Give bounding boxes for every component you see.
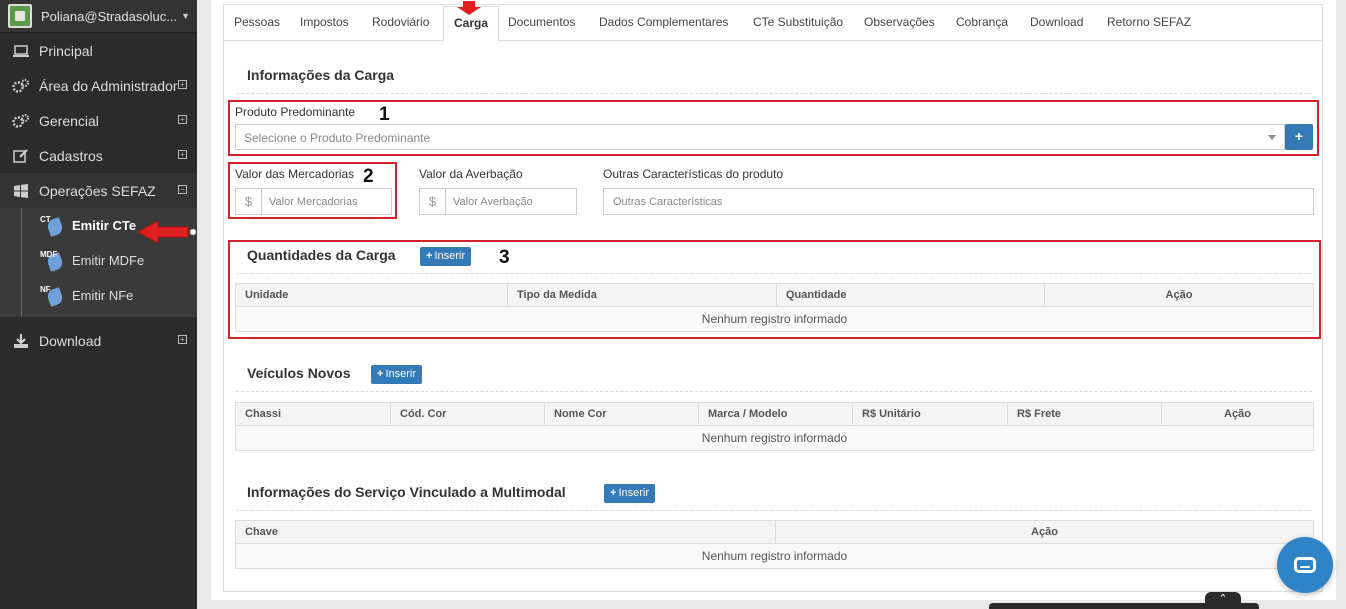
chat-icon [1294,557,1316,573]
sub-item-label: Emitir CTe [72,218,137,233]
column-header: Ação [775,520,1314,544]
divider [236,93,1312,94]
plus-icon: + [610,487,617,499]
tab-pessoas[interactable]: Pessoas [234,15,280,29]
valor-averbacao-field[interactable]: $ Valor Averbação [419,188,577,215]
tab-bar: Pessoas Impostos Rodoviário Carga Docume… [224,1,1322,42]
section-title-veiculos: Veículos Novos [247,365,351,381]
tab-download[interactable]: Download [1030,15,1083,29]
edit-icon [11,148,31,164]
empty-message: Nenhum registro informado [235,425,1314,451]
column-header[interactable]: R$ Frete [1007,402,1162,426]
tab-observacoes[interactable]: Observações [864,15,935,29]
chevron-down-icon: ▼ [181,11,190,21]
nav-item-label: Operações SEFAZ [39,182,156,199]
sidebar: Poliana@Stradasoluc... ▼ Principal Área … [0,0,197,609]
annotation-number-2: 2 [363,166,374,187]
chevron-up-icon[interactable]: ⌃ [1205,592,1241,609]
tab-documentos[interactable]: Documentos [508,15,575,29]
sub-item-emitir-nfe[interactable]: NF Emitir NFe [0,278,197,313]
tab-cobranca[interactable]: Cobrança [956,15,1008,29]
divider [236,510,1312,511]
annotation-box-3 [228,240,1321,339]
user-menu[interactable]: Poliana@Stradasoluc... ▼ [0,0,197,33]
nav-item-download[interactable]: Download + [0,323,197,358]
windows-icon [11,183,31,199]
sub-item-label: Emitir MDFe [72,253,145,268]
gears-icon [11,113,31,129]
tab-cte-substituicao[interactable]: CTe Substituição [753,15,843,29]
page-edge [1336,0,1346,609]
veiculos-table: Chassi Cód. Cor Nome Cor Marca / Modelo … [235,402,1314,451]
column-header[interactable]: Cód. Cor [390,402,545,426]
annotation-number-1: 1 [379,104,390,125]
valor-averbacao-input[interactable]: Valor Averbação [446,196,533,208]
nav-item-label: Principal [39,42,93,59]
section-title-multimodal: Informações do Serviço Vinculado a Multi… [247,484,566,500]
table-header-row: Chave Ação [235,520,1314,544]
table-header-row: Chassi Cód. Cor Nome Cor Marca / Modelo … [235,402,1314,426]
nav-item-admin[interactable]: Área do Administrador + [0,68,197,103]
sub-item-emitir-mdfe[interactable]: MDF Emitir MDFe [0,243,197,278]
column-header[interactable]: Nome Cor [544,402,699,426]
tab-impostos[interactable]: Impostos [300,15,349,29]
nav-item-label: Gerencial [39,112,99,129]
chat-button[interactable] [1277,537,1333,593]
user-avatar [8,4,32,28]
collapse-icon[interactable]: − [178,185,187,194]
column-header[interactable]: R$ Unitário [852,402,1008,426]
empty-message: Nenhum registro informado [235,543,1314,569]
user-name: Poliana@Stradasoluc... [41,8,178,24]
annotation-number-3: 3 [499,247,510,268]
annotation-arrow-icon [136,220,196,244]
outras-caracteristicas-input[interactable]: Outras Características [603,188,1314,215]
table-row: Nenhum registro informado [235,543,1314,569]
dollar-icon: $ [420,189,446,214]
nav-item-label: Cadastros [39,147,103,164]
laptop-icon [11,43,31,59]
column-header[interactable]: Marca / Modelo [698,402,853,426]
expand-icon[interactable]: + [178,150,187,159]
divider [236,391,1312,392]
nav-item-label: Download [39,332,102,349]
annotation-box-1 [228,100,1319,156]
download-icon [11,333,31,349]
insert-multimodal-button[interactable]: + Inserir [604,484,655,503]
plus-icon: + [377,368,384,380]
tab-dados-complementares[interactable]: Dados Complementares [599,15,728,29]
column-header[interactable]: Chave [235,520,776,544]
insert-veiculo-button[interactable]: + Inserir [371,365,422,384]
column-header: Ação [1161,402,1314,426]
expand-icon[interactable]: + [178,80,187,89]
nav-item-cadastros[interactable]: Cadastros + [0,138,197,173]
expand-icon[interactable]: + [178,335,187,344]
gears-icon [11,78,31,94]
tab-retorno-sefaz[interactable]: Retorno SEFAZ [1107,15,1191,29]
nav-item-label: Área do Administrador [39,77,178,94]
expand-icon[interactable]: + [178,115,187,124]
table-row: Nenhum registro informado [235,425,1314,451]
section-title-info-carga: Informações da Carga [247,67,395,83]
nav-item-operacoes-sefaz[interactable]: Operações SEFAZ − [0,173,197,208]
sub-item-label: Emitir NFe [72,288,134,303]
column-header[interactable]: Chassi [235,402,391,426]
multimodal-table: Chave Ação Nenhum registro informado [235,520,1314,569]
tab-rodoviario[interactable]: Rodoviário [372,15,429,29]
cte-icon: CT [40,215,70,237]
nfe-icon: NF [40,285,70,307]
nav-item-gerencial[interactable]: Gerencial + [0,103,197,138]
valor-averbacao-label: Valor da Averbação [419,167,523,181]
nav-item-principal[interactable]: Principal [0,33,197,68]
mdfe-icon: MDF [40,250,70,272]
annotation-arrow-icon [457,1,481,15]
outras-caracteristicas-label: Outras Características do produto [603,167,784,181]
